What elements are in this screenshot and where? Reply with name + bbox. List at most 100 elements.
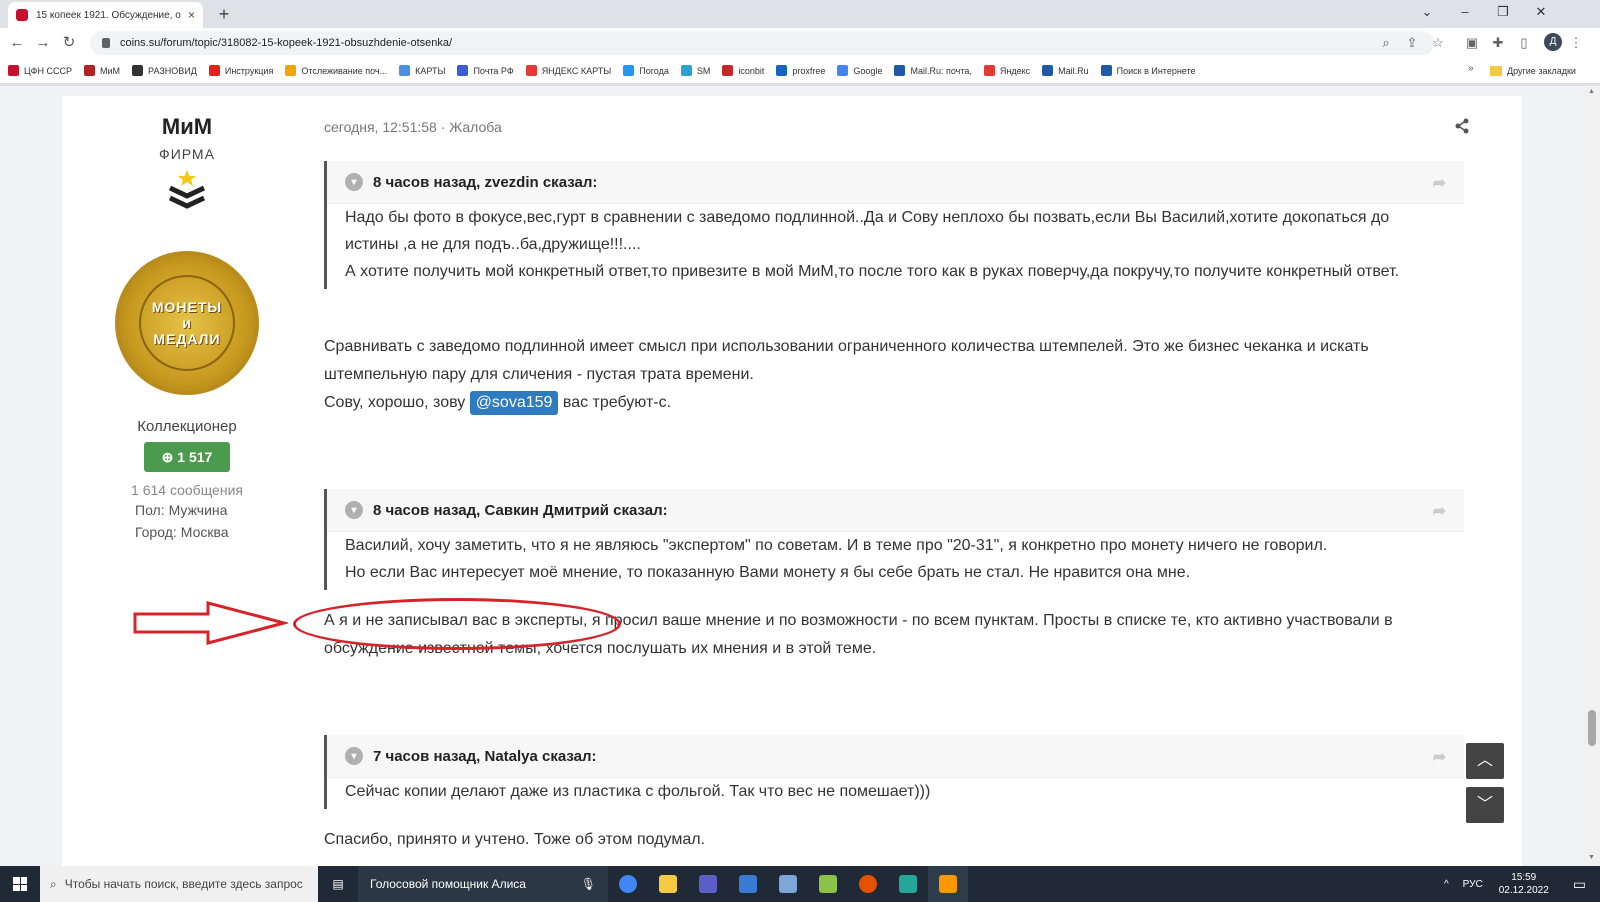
- minimize-button[interactable]: –: [1446, 0, 1484, 26]
- side-panel-icon[interactable]: ▯: [1514, 33, 1534, 53]
- forward-arrow-icon[interactable]: →: [32, 32, 54, 54]
- bookmark-label: iconbit: [738, 65, 765, 76]
- bookmark-favicon-icon: [208, 65, 220, 76]
- language-indicator[interactable]: РУС: [1457, 879, 1489, 890]
- restore-button[interactable]: ❐: [1484, 0, 1522, 26]
- bookmark-favicon-icon: [457, 65, 469, 76]
- quote-arrow-icon[interactable]: ▾: [345, 747, 363, 765]
- zoom-icon[interactable]: ⌕: [1376, 33, 1396, 53]
- clock[interactable]: 15:59 02.12.2022: [1489, 871, 1559, 897]
- scroll-down-arrow-icon[interactable]: ▼: [1588, 854, 1595, 861]
- bookmark-item[interactable]: Яндекс: [983, 65, 1031, 76]
- quote-body: Сейчас копии делают даже из пластика с ф…: [327, 777, 1464, 809]
- bookmark-favicon-icon: [525, 65, 537, 76]
- alice-assistant[interactable]: Голосовой помощник Алиса 🎙: [358, 866, 608, 902]
- bookmark-item[interactable]: Поиск в Интернете: [1100, 65, 1196, 76]
- scroll-top-button[interactable]: ︿: [1466, 743, 1504, 779]
- tab-bar: 15 копеек 1921. Обсуждение, о × + ⌄ – ❐ …: [0, 0, 1600, 28]
- reload-icon[interactable]: ↻: [58, 32, 80, 54]
- bookmark-item[interactable]: МиМ: [84, 65, 120, 76]
- search-icon: ⌕: [50, 876, 57, 891]
- calendar-app-icon[interactable]: [688, 866, 728, 902]
- taskbar-search[interactable]: ⌕ Чтобы начать поиск, введите здесь запр…: [40, 866, 318, 902]
- tab-search-chevron-icon[interactable]: ⌄: [1408, 0, 1446, 26]
- gender-label: Пол:: [135, 502, 165, 518]
- mail-app-icon[interactable]: [768, 866, 808, 902]
- browser-chrome: 15 копеек 1921. Обсуждение, о × + ⌄ – ❐ …: [0, 0, 1600, 86]
- bookmark-favicon-icon: [983, 65, 995, 76]
- author-name[interactable]: МиМ: [62, 114, 312, 140]
- scroll-up-arrow-icon[interactable]: ▲: [1588, 88, 1595, 95]
- bookmark-item[interactable]: Погода: [623, 65, 669, 76]
- bookmark-item[interactable]: Инструкция: [208, 65, 273, 76]
- paint-app-icon[interactable]: [928, 866, 968, 902]
- network-app-icon[interactable]: [808, 866, 848, 902]
- quote-block: ▾ 7 часов назад, Natalya сказал: ➦ Сейча…: [324, 735, 1464, 809]
- file-explorer-icon[interactable]: [648, 866, 688, 902]
- reputation-badge[interactable]: ⊕ 1 517: [144, 442, 230, 472]
- profile-avatar[interactable]: Д: [1544, 33, 1562, 51]
- quote-header[interactable]: ▾ 8 часов назад, zvezdin сказал: ➦: [327, 161, 1464, 203]
- bookmark-item[interactable]: КАРТЫ: [399, 65, 445, 76]
- bookmark-item[interactable]: Почта РФ: [457, 65, 514, 76]
- bookmark-item[interactable]: РАЗНОВИД: [132, 65, 197, 76]
- puzzle-icon[interactable]: ✚: [1488, 33, 1508, 53]
- bookmark-item[interactable]: ЯНДЕКС КАРТЫ: [525, 65, 612, 76]
- new-tab-button[interactable]: +: [212, 2, 236, 26]
- bookmark-favicon-icon: [8, 65, 19, 76]
- post-meta[interactable]: сегодня, 12:51:58 · Жалоба: [324, 119, 502, 135]
- extension-icon[interactable]: ▣: [1462, 33, 1482, 53]
- quote-forward-icon[interactable]: ➦: [1433, 173, 1446, 193]
- other-bookmarks[interactable]: Другие закладки: [1490, 58, 1576, 84]
- user-mention-link[interactable]: @sova159: [469, 391, 559, 415]
- bookmarks-more-chevron-icon[interactable]: »: [1468, 63, 1474, 74]
- bookmark-star-icon[interactable]: ☆: [1428, 33, 1448, 53]
- quote-header[interactable]: ▾ 8 часов назад, Савкин Дмитрий сказал: …: [327, 489, 1464, 531]
- notes-app-icon[interactable]: [888, 866, 928, 902]
- bookmark-favicon-icon: [623, 65, 635, 76]
- bookmark-item[interactable]: Отслеживание поч...: [285, 65, 387, 76]
- bookmark-item[interactable]: ЦФН СССР: [8, 65, 72, 76]
- quote-header[interactable]: ▾ 7 часов назад, Natalya сказал: ➦: [327, 735, 1464, 777]
- bookmark-item[interactable]: Google: [837, 65, 882, 76]
- avatar-text-1: МОНЕТЫ: [151, 299, 223, 315]
- quote-arrow-icon[interactable]: ▾: [345, 501, 363, 519]
- menu-dots-icon[interactable]: ⋮: [1566, 33, 1586, 53]
- store-app-icon[interactable]: [728, 866, 768, 902]
- address-bar[interactable]: coins.su/forum/topic/318082-15-kopeek-19…: [90, 31, 1434, 55]
- chrome-app-icon[interactable]: [608, 866, 648, 902]
- message-count: 1 614 сообщения: [131, 482, 243, 498]
- quote-arrow-icon[interactable]: ▾: [345, 173, 363, 191]
- author-avatar[interactable]: МОНЕТЫ и МЕДАЛИ: [115, 251, 259, 395]
- close-window-button[interactable]: ✕: [1522, 0, 1560, 26]
- bookmark-label: Mail.Ru: почта,: [910, 65, 972, 76]
- start-button[interactable]: [0, 866, 40, 902]
- tab-active[interactable]: 15 копеек 1921. Обсуждение, о ×: [8, 2, 203, 28]
- tray-chevron-icon[interactable]: ^: [1436, 879, 1457, 890]
- scroll-bottom-button[interactable]: ﹀: [1466, 787, 1504, 823]
- quote-text: Сейчас копии делают даже из пластика с ф…: [345, 783, 931, 800]
- page-scrollbar[interactable]: ▲ ▼: [1584, 86, 1600, 866]
- quote-forward-icon[interactable]: ➦: [1433, 501, 1446, 521]
- share-icon[interactable]: [1454, 118, 1470, 134]
- back-arrow-icon[interactable]: ←: [6, 32, 28, 54]
- quote-forward-icon[interactable]: ➦: [1433, 747, 1446, 767]
- bookmark-label: ЯНДЕКС КАРТЫ: [541, 65, 612, 76]
- ccleaner-app-icon[interactable]: [848, 866, 888, 902]
- task-view-icon[interactable]: ▤: [318, 866, 358, 902]
- bookmark-label: Яндекс: [999, 65, 1031, 76]
- bookmark-item[interactable]: proxfree: [776, 65, 825, 76]
- bookmarks-bar: ЦФН СССР МиМ РАЗНОВИД Инструкция Отслеживани…: [0, 58, 1600, 84]
- bookmark-item[interactable]: Mail.Ru: почта,: [894, 65, 972, 76]
- bookmark-item[interactable]: Mail.Ru: [1042, 65, 1089, 76]
- share-page-icon[interactable]: ⇪: [1402, 33, 1422, 53]
- notification-icon[interactable]: ▭: [1559, 876, 1600, 893]
- bookmark-item[interactable]: iconbit: [722, 65, 764, 76]
- tab-close-icon[interactable]: ×: [188, 8, 195, 22]
- bookmark-item[interactable]: SM: [680, 65, 710, 76]
- windows-taskbar: ⌕ Чтобы начать поиск, введите здесь запр…: [0, 866, 1600, 902]
- scrollbar-thumb[interactable]: [1588, 710, 1596, 746]
- microphone-icon[interactable]: 🎙: [581, 877, 596, 891]
- windows-logo-icon: [13, 877, 27, 891]
- bookmark-favicon-icon: [680, 65, 692, 76]
